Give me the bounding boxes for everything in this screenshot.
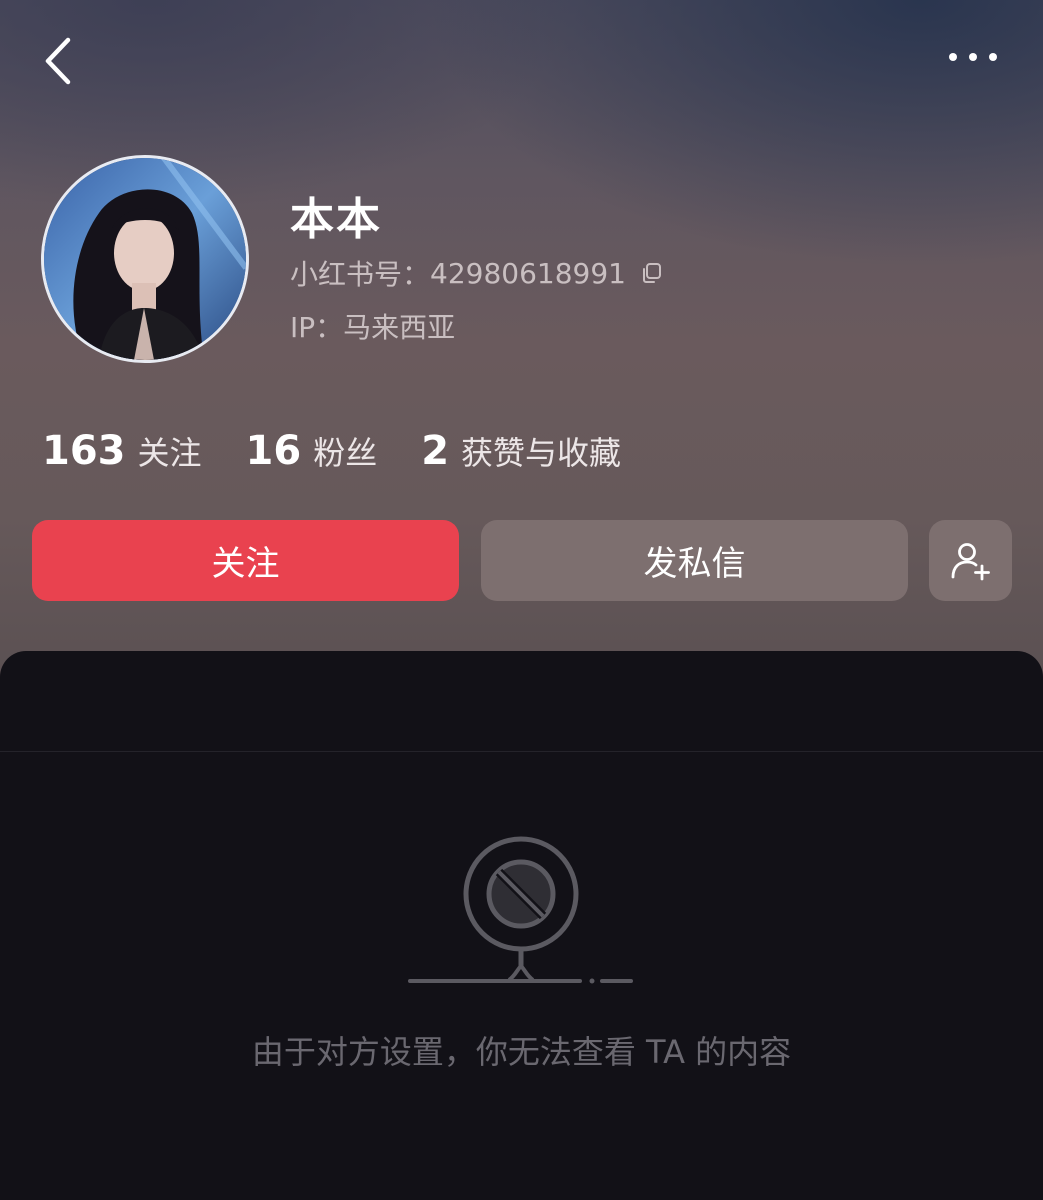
likes-label: 获赞与收藏: [461, 434, 622, 472]
avatar-photo: [44, 158, 246, 360]
followers-count: 16: [245, 428, 302, 474]
add-user-button[interactable]: [929, 520, 1012, 601]
more-dots-icon: [949, 53, 997, 61]
profile-stats: 163 关注 16 粉丝 2 获赞与收藏: [42, 428, 665, 478]
ip-location: IP：马来西亚: [290, 306, 455, 346]
followers-stat[interactable]: 16 粉丝: [246, 428, 378, 474]
following-stat[interactable]: 163 关注: [42, 428, 202, 474]
message-button[interactable]: 发私信: [481, 520, 908, 601]
back-button[interactable]: [38, 34, 78, 88]
tab-divider: [0, 751, 1043, 752]
profile-name: 本本: [290, 194, 382, 245]
copy-icon[interactable]: [640, 261, 664, 285]
likes-count: 2: [421, 428, 450, 474]
account-id-label: 小红书号：: [290, 258, 431, 291]
avatar[interactable]: [41, 155, 249, 363]
more-button[interactable]: [944, 44, 1004, 70]
followers-label: 粉丝: [313, 434, 378, 472]
likes-stat[interactable]: 2 获赞与收藏: [421, 428, 621, 474]
following-label: 关注: [137, 434, 202, 472]
profile-page: 本本 小红书号： 42980618991 IP：马来西亚 163 关注 16 粉…: [0, 0, 1043, 1200]
account-id-value: 42980618991: [430, 256, 626, 290]
ip-value: 马来西亚: [343, 311, 456, 344]
content-panel: 由于对方设置，你无法查看 TA 的内容: [0, 651, 1043, 1200]
account-id-row: 小红书号： 42980618991: [290, 255, 664, 291]
chevron-left-icon: [45, 37, 71, 85]
following-count: 163: [42, 428, 126, 474]
follow-button[interactable]: 关注: [32, 520, 459, 601]
blocked-message: 由于对方设置，你无法查看 TA 的内容: [251, 1033, 792, 1071]
add-user-icon: [951, 542, 990, 580]
blocked-sign-icon: [408, 836, 633, 984]
ip-label: IP：: [290, 311, 344, 344]
